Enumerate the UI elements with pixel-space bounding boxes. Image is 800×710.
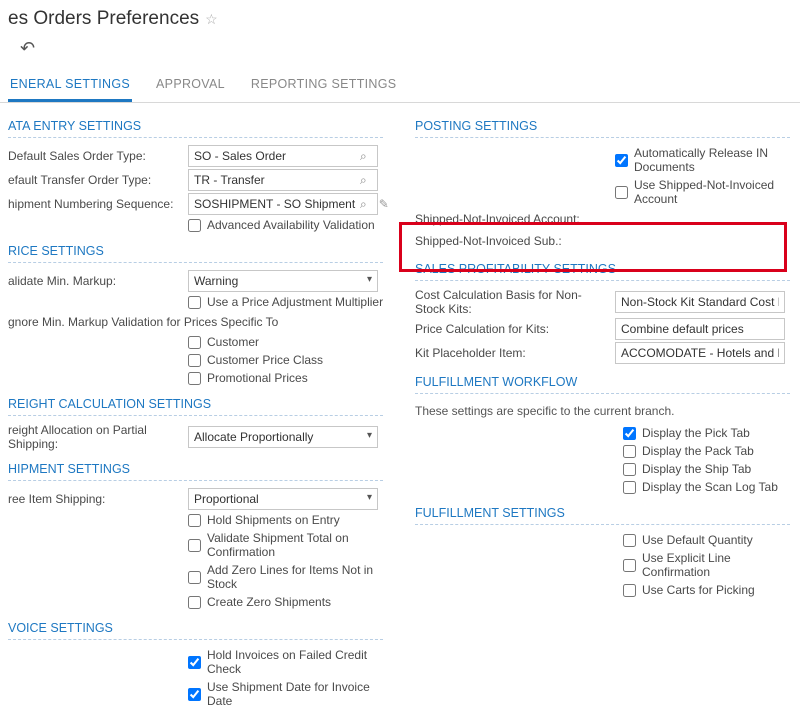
select-cost-calc-basis[interactable] xyxy=(615,291,785,313)
label-ignore-min-markup: gnore Min. Markup Validation for Prices … xyxy=(8,315,286,329)
checkbox-customer-price-class[interactable] xyxy=(188,354,201,367)
content: ATA ENTRY SETTINGS Default Sales Order T… xyxy=(0,103,800,710)
label-freight-allocation: reight Allocation on Partial Shipping: xyxy=(8,423,188,451)
label-sni-account: Shipped-Not-Invoiced Account: xyxy=(415,212,615,226)
label-sni-sub: Shipped-Not-Invoiced Sub.: xyxy=(415,234,615,248)
label-use-default-quantity: Use Default Quantity xyxy=(642,533,753,547)
section-shipment: HIPMENT SETTINGS xyxy=(8,456,383,481)
section-price: RICE SETTINGS xyxy=(8,238,383,263)
favorite-star-icon[interactable]: ☆ xyxy=(205,11,218,28)
checkbox-promotional-prices[interactable] xyxy=(188,372,201,385)
checkbox-use-default-quantity[interactable] xyxy=(623,534,636,547)
label-use-shipped-not-invoiced: Use Shipped-Not-Invoiced Account xyxy=(634,178,800,206)
label-price-calc-kits: Price Calculation for Kits: xyxy=(415,322,615,336)
label-advanced-availability: Advanced Availability Validation xyxy=(207,218,375,232)
label-auto-release-in: Automatically Release IN Documents xyxy=(634,146,800,174)
label-shipment-numbering-sequence: hipment Numbering Sequence: xyxy=(8,197,188,211)
checkbox-display-pick-tab[interactable] xyxy=(623,427,636,440)
label-display-pack-tab: Display the Pack Tab xyxy=(642,444,754,458)
section-freight: REIGHT CALCULATION SETTINGS xyxy=(8,391,383,416)
input-default-transfer-order-type[interactable] xyxy=(188,169,378,191)
section-posting: POSTING SETTINGS xyxy=(415,113,790,138)
label-use-shipment-date: Use Shipment Date for Invoice Date xyxy=(207,680,393,708)
toolbar: ↶ xyxy=(0,34,800,69)
label-customer: Customer xyxy=(207,335,259,349)
label-validate-shipment-total: Validate Shipment Total on Confirmation xyxy=(207,531,393,559)
select-validate-min-markup[interactable] xyxy=(188,270,378,292)
select-freight-allocation[interactable] xyxy=(188,426,378,448)
section-fulfillment-workflow: FULFILLMENT WORKFLOW xyxy=(415,369,790,394)
label-promotional-prices: Promotional Prices xyxy=(207,371,308,385)
label-free-item-shipping: ree Item Shipping: xyxy=(8,492,188,506)
label-customer-price-class: Customer Price Class xyxy=(207,353,323,367)
page-header: es Orders Preferences ☆ xyxy=(0,0,800,34)
checkbox-price-adjustment[interactable] xyxy=(188,296,201,309)
checkbox-validate-shipment-total[interactable] xyxy=(188,539,201,552)
label-price-adjustment: Use a Price Adjustment Multiplier xyxy=(207,295,383,309)
checkbox-display-scan-log-tab[interactable] xyxy=(623,481,636,494)
right-column: POSTING SETTINGS Automatically Release I… xyxy=(393,109,800,710)
checkbox-add-zero-lines[interactable] xyxy=(188,571,201,584)
section-invoice: VOICE SETTINGS xyxy=(8,615,383,640)
tabs: ENERAL SETTINGS APPROVAL REPORTING SETTI… xyxy=(0,69,800,103)
label-kit-placeholder: Kit Placeholder Item: xyxy=(415,346,615,360)
label-explicit-line-confirmation: Use Explicit Line Confirmation xyxy=(642,551,800,579)
checkbox-use-carts-picking[interactable] xyxy=(623,584,636,597)
label-validate-min-markup: alidate Min. Markup: xyxy=(8,274,188,288)
label-display-pick-tab: Display the Pick Tab xyxy=(642,426,750,440)
section-fulfillment-settings: FULFILLMENT SETTINGS xyxy=(415,500,790,525)
label-use-carts-picking: Use Carts for Picking xyxy=(642,583,755,597)
edit-pencil-icon[interactable]: ✎ xyxy=(379,197,389,211)
label-hold-shipments-entry: Hold Shipments on Entry xyxy=(207,513,340,527)
label-create-zero-shipments: Create Zero Shipments xyxy=(207,595,331,609)
checkbox-hold-shipments-entry[interactable] xyxy=(188,514,201,527)
checkbox-display-pack-tab[interactable] xyxy=(623,445,636,458)
checkbox-explicit-line-confirmation[interactable] xyxy=(623,559,636,572)
checkbox-use-shipment-date[interactable] xyxy=(188,688,201,701)
label-display-scan-log-tab: Display the Scan Log Tab xyxy=(642,480,778,494)
select-free-item-shipping[interactable] xyxy=(188,488,378,510)
input-default-sales-order-type[interactable] xyxy=(188,145,378,167)
label-cost-calc-basis: Cost Calculation Basis for Non-Stock Kit… xyxy=(415,288,615,316)
tab-reporting-settings[interactable]: REPORTING SETTINGS xyxy=(249,69,398,102)
label-add-zero-lines: Add Zero Lines for Items Not in Stock xyxy=(207,563,393,591)
label-display-ship-tab: Display the Ship Tab xyxy=(642,462,751,476)
checkbox-customer[interactable] xyxy=(188,336,201,349)
left-column: ATA ENTRY SETTINGS Default Sales Order T… xyxy=(0,109,393,710)
label-default-sales-order-type: Default Sales Order Type: xyxy=(8,149,188,163)
checkbox-create-zero-shipments[interactable] xyxy=(188,596,201,609)
page-title: es Orders Preferences xyxy=(8,8,199,30)
input-shipment-numbering-sequence[interactable] xyxy=(188,193,378,215)
section-profitability: SALES PROFITABILITY SETTINGS xyxy=(415,256,790,281)
input-kit-placeholder[interactable] xyxy=(615,342,785,364)
checkbox-display-ship-tab[interactable] xyxy=(623,463,636,476)
tab-general-settings[interactable]: ENERAL SETTINGS xyxy=(8,69,132,102)
select-price-calc-kits[interactable] xyxy=(615,318,785,340)
section-data-entry: ATA ENTRY SETTINGS xyxy=(8,113,383,138)
checkbox-use-shipped-not-invoiced[interactable] xyxy=(615,186,628,199)
checkbox-advanced-availability[interactable] xyxy=(188,219,201,232)
checkbox-auto-release-in[interactable] xyxy=(615,154,628,167)
label-default-transfer-order-type: efault Transfer Order Type: xyxy=(8,173,188,187)
undo-icon[interactable]: ↶ xyxy=(20,38,35,58)
tab-approval[interactable]: APPROVAL xyxy=(154,69,227,102)
label-hold-invoices: Hold Invoices on Failed Credit Check xyxy=(207,648,393,676)
note-branch-specific: These settings are specific to the curre… xyxy=(407,400,800,424)
checkbox-hold-invoices[interactable] xyxy=(188,656,201,669)
